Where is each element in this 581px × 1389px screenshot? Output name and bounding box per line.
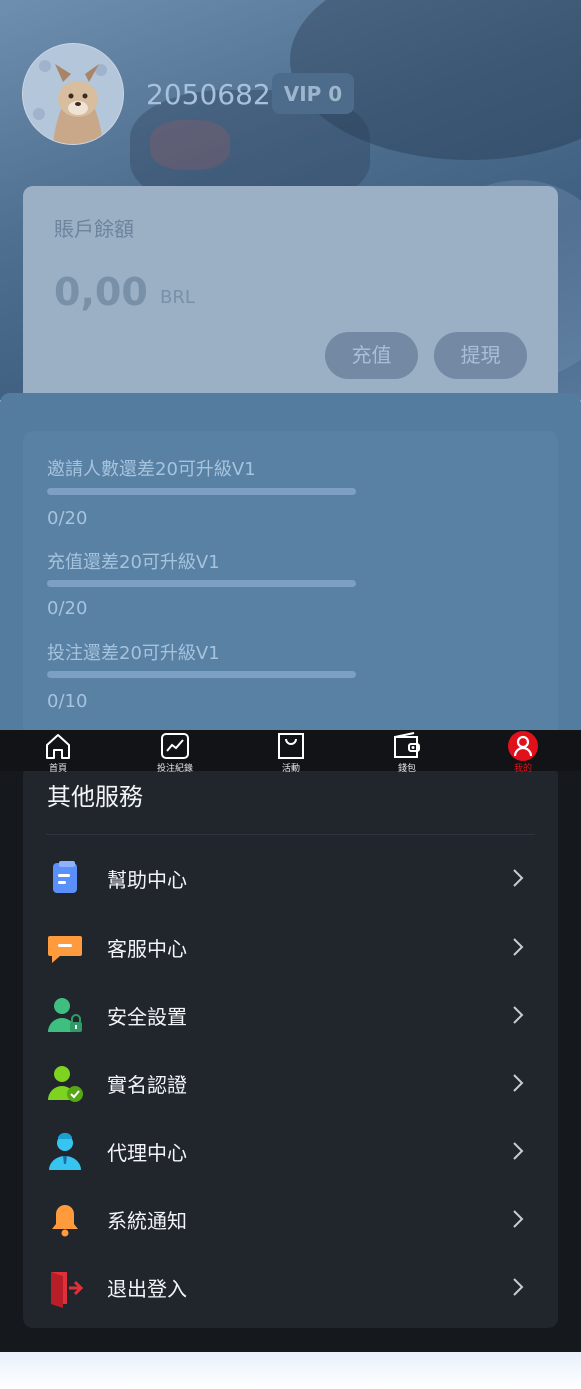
divider [46, 834, 535, 835]
requirement-label: 邀請人數還差20可升級V1 [47, 459, 256, 480]
chevron-right-icon [513, 1142, 524, 1160]
balance-currency: BRL [160, 287, 195, 308]
services-title: 其他服務 [47, 783, 143, 811]
requirement-progress-bar [47, 580, 356, 587]
tab-bet-records[interactable]: 投注紀錄 [135, 730, 215, 774]
service-real-name-verification[interactable]: 實名認證 [23, 1055, 558, 1111]
user-icon [508, 731, 538, 761]
chat-icon [48, 936, 82, 963]
logout-icon [51, 1272, 84, 1308]
service-system-notifications[interactable]: 系統通知 [23, 1191, 558, 1247]
service-label: 退出登入 [107, 1277, 187, 1301]
chart-icon [161, 733, 189, 759]
user-lock-icon [48, 998, 82, 1032]
tab-activities[interactable]: 活動 [251, 730, 331, 774]
other-services-card: 其他服務 幫助中心 客服中心 安全設置 實名認證 代理中心 系統通知 退出登入 [23, 765, 558, 1328]
tab-label: 活動 [281, 764, 300, 774]
document-icon [53, 861, 77, 893]
service-label: 幫助中心 [107, 868, 187, 892]
tab-home[interactable]: 首頁 [18, 730, 98, 774]
requirement-count: 0/10 [47, 691, 88, 712]
balance-amount: 0,00 [54, 270, 148, 314]
chevron-right-icon [513, 1006, 524, 1024]
balance-label: 賬戶餘額 [54, 217, 134, 241]
service-agent-center[interactable]: 代理中心 [23, 1123, 558, 1179]
dog-avatar-icon [23, 44, 123, 144]
requirement-progress-bar [47, 488, 356, 495]
balance-card: 賬戶餘額 0,00 BRL 充值 提現 [23, 186, 558, 400]
service-label: 安全設置 [107, 1005, 187, 1029]
service-label: 代理中心 [107, 1141, 187, 1165]
page-footer-fade [0, 1352, 581, 1389]
bag-icon [278, 733, 304, 759]
user-verified-icon [48, 1066, 83, 1102]
withdraw-button[interactable]: 提現 [434, 332, 527, 379]
vip-requirements-card: 邀請人數還差20可升級V1 0/20 充值還差20可升級V1 0/20 投注還差… [23, 431, 558, 731]
user-id: 2050682 [146, 78, 271, 111]
chevron-right-icon [513, 1278, 524, 1296]
chevron-right-icon [513, 938, 524, 956]
tab-profile[interactable]: 我的 [483, 730, 563, 774]
requirement-count: 0/20 [47, 508, 88, 529]
home-icon [46, 734, 70, 759]
chevron-right-icon [513, 1210, 524, 1228]
tab-wallet[interactable]: 錢包 [367, 730, 447, 774]
avatar[interactable] [22, 43, 124, 145]
tab-label: 錢包 [397, 764, 416, 774]
account-page: 其他服務 幫助中心 客服中心 安全設置 實名認證 代理中心 系統通知 退出登入 … [0, 0, 581, 1389]
profile-header: 2050682 VIP 0 賬戶餘額 0,00 BRL 充值 提現 [0, 0, 581, 400]
wallet-icon [394, 732, 420, 758]
service-customer-service[interactable]: 客服中心 [23, 919, 558, 975]
requirement-count: 0/20 [47, 598, 88, 619]
service-help-center[interactable]: 幫助中心 [23, 850, 558, 906]
agent-icon [49, 1132, 81, 1170]
vip-level: VIP 0 [283, 82, 343, 106]
service-logout[interactable]: 退出登入 [23, 1259, 558, 1315]
vip-badge: VIP 0 [272, 73, 354, 114]
service-label: 實名認證 [107, 1073, 187, 1097]
tab-label: 投注紀錄 [156, 764, 193, 774]
service-label: 系統通知 [107, 1209, 187, 1233]
requirement-label: 投注還差20可升級V1 [47, 643, 220, 664]
service-label: 客服中心 [107, 937, 187, 961]
tab-label: 首頁 [48, 764, 67, 774]
tab-label: 我的 [513, 764, 532, 774]
service-security-settings[interactable]: 安全設置 [23, 987, 558, 1043]
chevron-right-icon [513, 1074, 524, 1092]
chevron-right-icon [513, 869, 524, 887]
deposit-button[interactable]: 充值 [325, 332, 418, 379]
bell-icon [52, 1205, 78, 1237]
bottom-tab-bar: 首頁 投注紀錄 活動 錢包 我的 [0, 730, 581, 774]
requirement-label: 充值還差20可升級V1 [47, 552, 220, 573]
vip-overlay-panel: 邀請人數還差20可升級V1 0/20 充值還差20可升級V1 0/20 投注還差… [0, 393, 581, 731]
background-image-part [150, 120, 230, 170]
requirement-progress-bar [47, 671, 356, 678]
